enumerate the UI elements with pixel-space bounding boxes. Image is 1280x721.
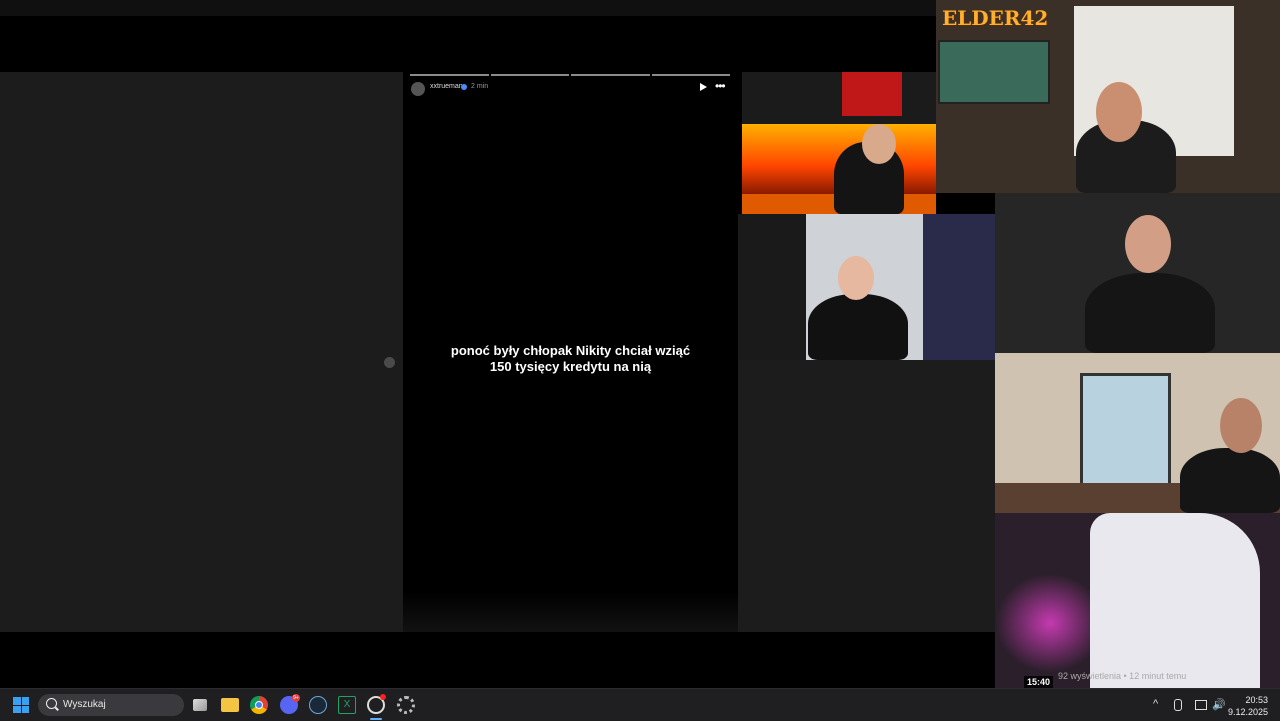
start-icon-tile [21, 697, 29, 705]
webcam-person-head [1125, 215, 1171, 273]
webcam-dark-wall [738, 214, 806, 360]
verified-badge-icon [461, 84, 467, 90]
recording-indicator-icon [380, 694, 386, 700]
start-icon-tile [21, 705, 29, 713]
webcam-person [808, 294, 908, 360]
webcam-window [1080, 373, 1171, 489]
story-bottom-fade [403, 592, 738, 632]
webcam-person [1180, 448, 1280, 513]
search-icon [46, 698, 57, 709]
top-strip [0, 0, 936, 17]
more-options-icon[interactable]: ••• [715, 79, 726, 93]
start-icon-tile [13, 697, 21, 705]
webcam-person [1085, 273, 1215, 353]
story-avatar[interactable] [411, 82, 425, 96]
taskbar: Wyszukaj 9+ X ^ 🔊 20:53 9.12.2025 [0, 688, 1280, 721]
taskbar-search-box[interactable]: Wyszukaj [38, 694, 184, 716]
webcam-person [1090, 513, 1260, 688]
left-empty-panel [0, 72, 403, 632]
top-black-bar [0, 16, 936, 72]
chrome-icon[interactable] [250, 696, 268, 714]
previous-story-button[interactable] [384, 357, 395, 368]
progress-segment [410, 74, 489, 76]
windows-start-icon[interactable] [13, 697, 29, 713]
clock-time[interactable]: 20:53 [1236, 695, 1268, 705]
webcam-person-head [862, 124, 896, 164]
webcam-aquarium [938, 40, 1050, 104]
play-icon[interactable] [700, 83, 707, 91]
progress-segment [651, 74, 730, 76]
webcam-shelf [923, 214, 995, 360]
webcam-person-head [1096, 82, 1142, 142]
video-duration-badge: 15:40 [1024, 676, 1054, 688]
video-meta-text: 92 wyświetlenia • 12 minut temu [1058, 671, 1187, 681]
webcam-neon-sign [842, 72, 902, 116]
volume-icon[interactable]: 🔊 [1212, 698, 1226, 711]
excel-icon[interactable]: X [338, 696, 356, 714]
progress-segment [571, 74, 650, 76]
right-empty-panel [738, 360, 995, 632]
story-viewer[interactable]: xxtrueman 2 min ••• ponoć były chłopak N… [403, 72, 738, 632]
webcam-person-head [838, 256, 874, 300]
webcam-pink-light [995, 513, 1280, 688]
tray-overflow-chevron-icon[interactable]: ^ [1153, 698, 1158, 710]
caption-line-1: ponoć były chłopak Nikity chciał wziąć [450, 343, 691, 358]
webcam-foam-studio [995, 193, 1280, 353]
search-placeholder: Wyszukaj [63, 699, 106, 710]
discord-notification-badge: 9+ [292, 694, 300, 702]
story-username[interactable]: xxtrueman [430, 83, 463, 90]
webcam-elder: ELDER42 [936, 0, 1280, 193]
network-icon[interactable] [1195, 700, 1207, 710]
steam-icon[interactable] [309, 696, 327, 714]
file-explorer-icon[interactable] [221, 698, 239, 712]
webcam-fire-background [742, 72, 936, 214]
microphone-icon[interactable] [1174, 699, 1182, 711]
story-caption: ponoć były chłopak Nikity chciał wziąć 1… [413, 343, 728, 375]
webcam-person-head [1220, 398, 1262, 453]
webcam-pink-glow [995, 573, 1105, 673]
start-icon-tile [13, 705, 21, 713]
progress-segment [490, 74, 569, 76]
story-progress-bar [410, 74, 730, 76]
webcam-white-room [738, 214, 995, 360]
story-time-ago: 2 min [471, 83, 489, 90]
webcam-apartment [995, 353, 1280, 513]
settings-icon[interactable] [397, 696, 415, 714]
task-view-icon[interactable] [193, 699, 207, 711]
clock-date[interactable]: 9.12.2025 [1226, 707, 1268, 717]
channel-logo: ELDER42 [942, 6, 1049, 30]
caption-line-2: 150 tysięcy kredytu na nią [489, 359, 652, 374]
